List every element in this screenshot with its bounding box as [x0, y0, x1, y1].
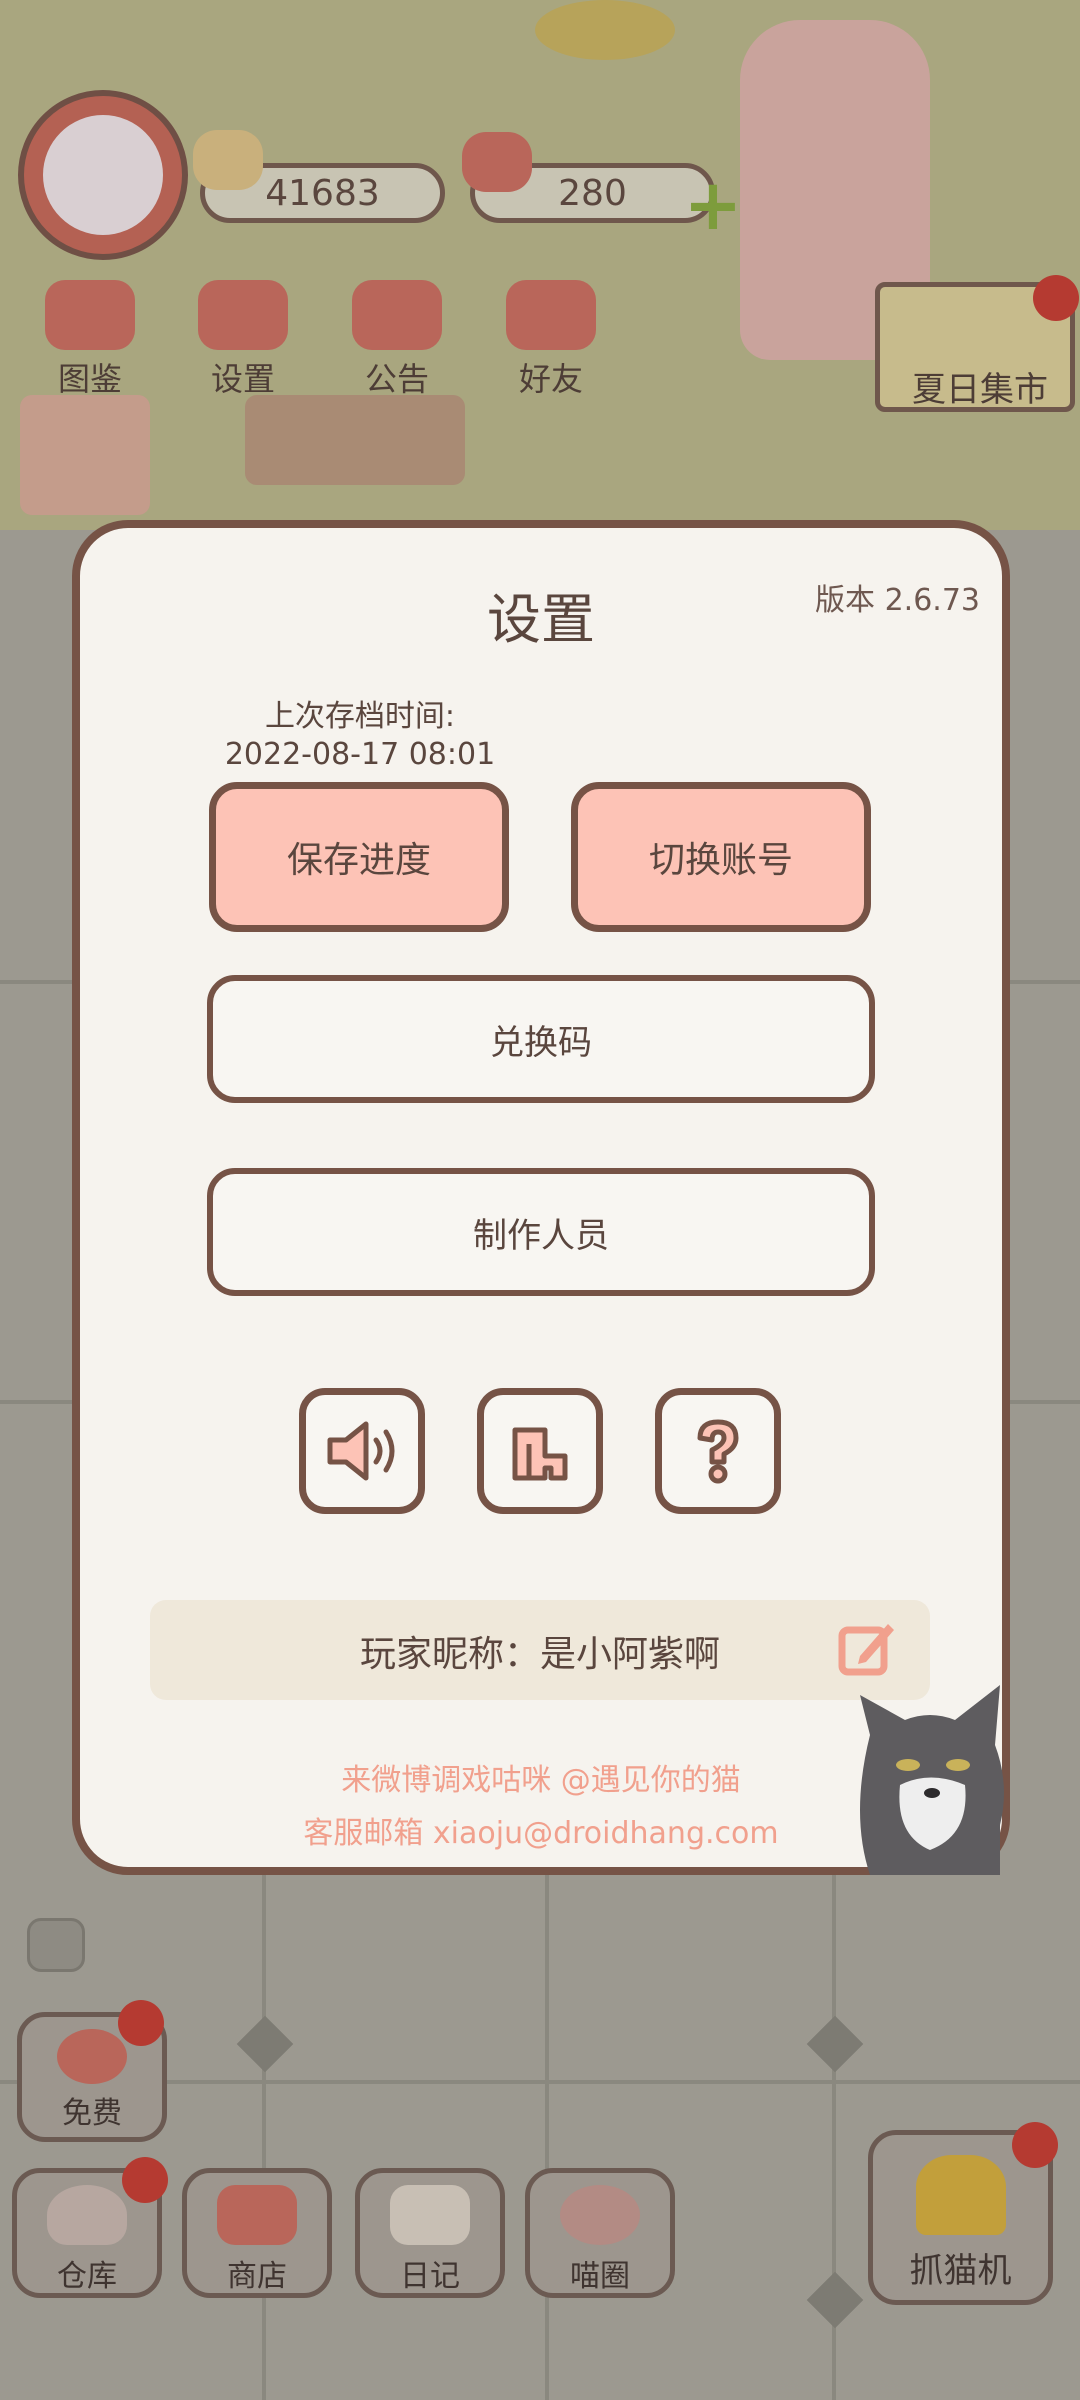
hud-button-label: 设置 — [210, 360, 275, 398]
save-progress-button[interactable]: 保存进度 — [209, 782, 509, 932]
cat-circle-button[interactable]: 喵圈 — [525, 2168, 675, 2298]
gear-icon — [198, 280, 288, 350]
edit-icon — [838, 1624, 894, 1676]
cat-planet-icon — [560, 2185, 640, 2245]
avatar-image — [43, 115, 163, 235]
notification-dot — [122, 2157, 168, 2203]
music-note-icon — [512, 1427, 568, 1481]
last-save-value: 2022-08-17 08:01 — [224, 737, 496, 772]
hud-button-friends[interactable]: 好友 — [496, 280, 606, 400]
credits-label: 制作人员 — [473, 1215, 609, 1256]
edit-nickname-button[interactable] — [838, 1618, 898, 1678]
gift-icon — [352, 280, 442, 350]
scratching-board-decor[interactable] — [245, 395, 465, 485]
food-bowl-decor — [535, 0, 675, 60]
help-button[interactable] — [655, 1388, 781, 1514]
speaker-icon — [327, 1421, 395, 1481]
diary-book-icon — [390, 2185, 470, 2245]
version-label: 版本 2.6.73 — [815, 583, 980, 618]
player-avatar[interactable] — [18, 90, 188, 260]
summer-market-label: 夏日集市 — [912, 370, 1048, 410]
switch-account-button[interactable]: 切换账号 — [571, 782, 871, 932]
credits-button[interactable]: 制作人员 — [207, 1168, 875, 1296]
friends-icon — [506, 280, 596, 350]
hud-button-settings[interactable]: 设置 — [188, 280, 298, 400]
hud-button-label: 好友 — [518, 360, 583, 398]
hud-button-collection[interactable]: 图鉴 — [35, 280, 145, 400]
cat-peeking-image — [850, 1675, 1010, 1875]
redeem-code-label: 兑换码 — [490, 1022, 592, 1063]
notification-dot — [1033, 275, 1079, 321]
diary-label: 日记 — [400, 2259, 460, 2294]
hud-button-label: 公告 — [364, 360, 429, 398]
cat-book-icon — [45, 280, 135, 350]
cloud-save-icon[interactable] — [27, 1918, 85, 1972]
shop-label: 商店 — [227, 2259, 287, 2294]
add-hearts-button[interactable]: + — [683, 170, 743, 240]
hud-button-label: 图鉴 — [57, 360, 122, 398]
switch-account-label: 切换账号 — [648, 840, 793, 881]
save-progress-label: 保存进度 — [286, 840, 431, 881]
fish-icon — [193, 130, 263, 190]
last-save-time: 上次存档时间: 2022-08-17 08:01 — [200, 698, 520, 774]
heart-currency-value: 280 — [558, 172, 627, 214]
question-mark-icon — [697, 1419, 739, 1484]
shop-button[interactable]: 商店 — [182, 2168, 332, 2298]
diary-bag-decor[interactable] — [20, 395, 150, 515]
sound-toggle-button[interactable] — [299, 1388, 425, 1514]
free-gift-label: 免费 — [62, 2096, 122, 2131]
fish-currency-value: 41683 — [265, 172, 380, 214]
cat-circle-label: 喵圈 — [570, 2259, 630, 2294]
notification-dot — [118, 2000, 164, 2046]
claw-icon — [915, 2155, 1006, 2235]
hud-button-announcement[interactable]: 公告 — [342, 280, 452, 400]
shop-icon — [217, 2185, 297, 2245]
warehouse-label: 仓库 — [57, 2259, 117, 2294]
redeem-code-button[interactable]: 兑换码 — [207, 975, 875, 1103]
heart-icon — [462, 132, 532, 192]
player-nickname: 玩家昵称：是小阿紫啊 — [359, 1634, 720, 1675]
notification-dot — [1012, 2122, 1058, 2168]
bread-basket-icon — [47, 2185, 127, 2245]
last-save-label: 上次存档时间: — [264, 699, 456, 734]
heart-pouch-icon — [57, 2029, 127, 2084]
diary-button[interactable]: 日记 — [355, 2168, 505, 2298]
claw-machine-label: 抓猫机 — [909, 2251, 1012, 2291]
music-toggle-button[interactable] — [477, 1388, 603, 1514]
